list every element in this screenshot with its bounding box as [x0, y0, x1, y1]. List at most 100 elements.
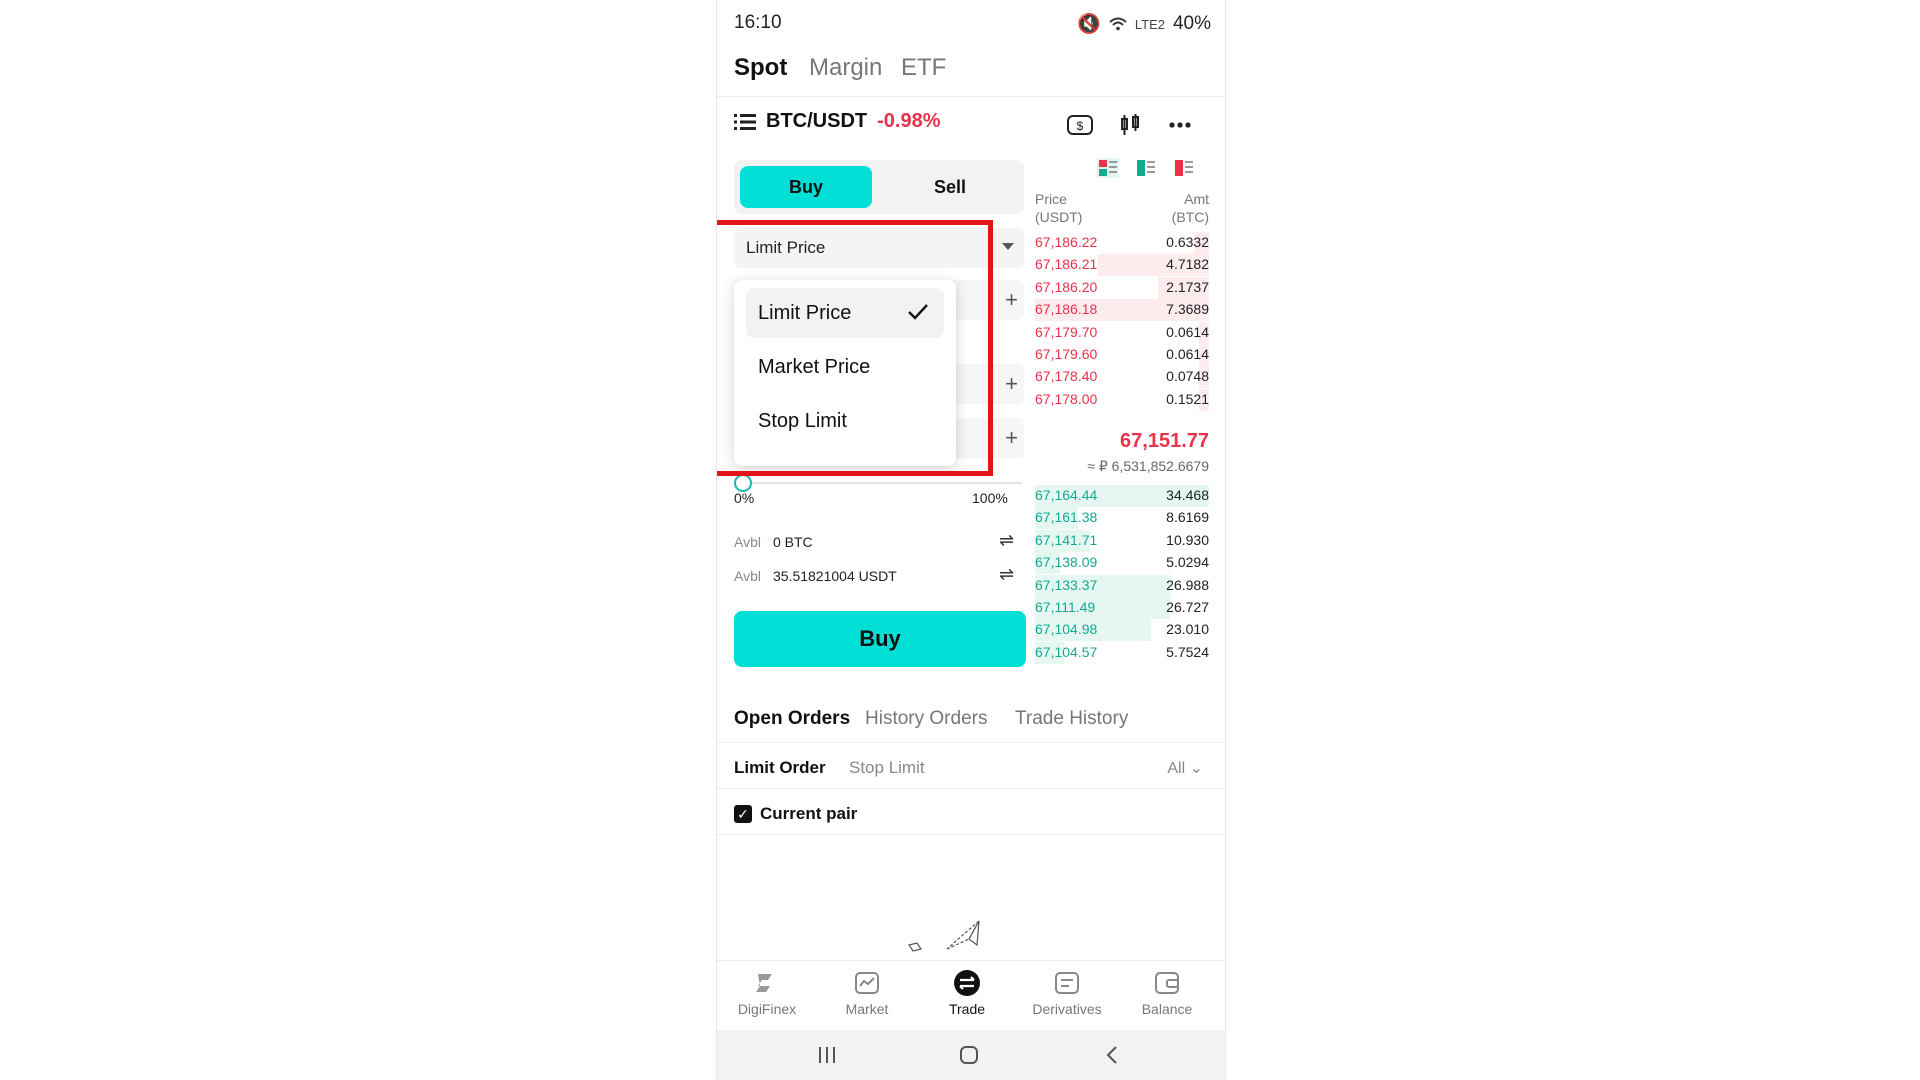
- percent-max: 100%: [972, 490, 1008, 506]
- order-price: 67,186.18: [1035, 301, 1098, 318]
- bid-row[interactable]: 67,141.71 10.930: [1035, 529, 1209, 552]
- back-icon[interactable]: [1105, 1045, 1119, 1065]
- wallet-icon: [1153, 969, 1181, 997]
- order-price: 67,178.00: [1035, 390, 1098, 407]
- swap-icon[interactable]: ⇌: [999, 530, 1014, 551]
- nav-trade[interactable]: Trade: [917, 969, 1017, 1017]
- bid-row[interactable]: 67,133.37 26.988: [1035, 574, 1209, 597]
- tab-etf[interactable]: ETF: [901, 54, 946, 82]
- tab-margin[interactable]: Margin: [809, 54, 882, 82]
- buy-button[interactable]: Buy: [734, 611, 1026, 667]
- order-price: 67,104.98: [1035, 621, 1098, 638]
- checkbox-checked-icon: ✓: [734, 805, 752, 823]
- percent-slider-track[interactable]: [744, 482, 1022, 484]
- bid-row[interactable]: 67,138.09 5.0294: [1035, 552, 1209, 575]
- wifi-icon: [1109, 17, 1127, 31]
- nav-market[interactable]: Market: [817, 969, 917, 1017]
- svg-text:$: $: [1077, 119, 1084, 133]
- bid-row[interactable]: 67,111.49 26.727: [1035, 597, 1209, 619]
- order-amount: 0.1521: [1166, 390, 1209, 407]
- order-price: 67,141.71: [1035, 531, 1098, 548]
- ask-row[interactable]: 67,178.00 0.1521: [1035, 388, 1209, 411]
- ask-row[interactable]: 67,179.70 0.0614: [1035, 321, 1209, 344]
- buy-tab[interactable]: Buy: [740, 166, 872, 208]
- order-amount: 0.0748: [1166, 368, 1209, 385]
- pair-selector[interactable]: BTC/USDT -0.98%: [734, 110, 940, 133]
- bid-row[interactable]: 67,104.98 23.010: [1035, 619, 1209, 642]
- plus-icon[interactable]: +: [1005, 371, 1018, 397]
- digifinex-logo-icon: [753, 969, 781, 997]
- swap-icon[interactable]: ⇌: [999, 564, 1014, 585]
- home-icon[interactable]: [959, 1045, 979, 1065]
- order-price: 67,186.21: [1035, 256, 1098, 273]
- nav-balance[interactable]: Balance: [1117, 969, 1217, 1017]
- market-chart-icon: [853, 969, 881, 997]
- order-price: 67,186.20: [1035, 278, 1098, 295]
- highlight-box: [717, 220, 993, 476]
- sell-tab[interactable]: Sell: [884, 166, 1016, 208]
- order-price: 67,133.37: [1035, 576, 1098, 593]
- phone-screen: 16:10 🔇 LTE2 40% Spot Margin ETF BTC/USD…: [716, 0, 1226, 1080]
- bottom-nav: DigiFinex Market Trade Derivatives Balan…: [717, 960, 1225, 1031]
- order-amount: 0.6332: [1166, 234, 1209, 250]
- ask-row[interactable]: 67,186.22 0.6332: [1035, 232, 1209, 254]
- divider: [717, 788, 1225, 789]
- tab-spot[interactable]: Spot: [734, 54, 787, 82]
- tab-open-orders[interactable]: Open Orders: [734, 708, 850, 730]
- trade-icon: [953, 969, 981, 997]
- order-price: 67,161.38: [1035, 509, 1098, 526]
- nav-digifinex[interactable]: DigiFinex: [717, 969, 817, 1017]
- bid-row[interactable]: 67,161.38 8.6169: [1035, 507, 1209, 530]
- order-amount: 4.7182: [1166, 256, 1209, 273]
- recent-apps-icon[interactable]: [817, 1046, 837, 1064]
- network-label: LTE2: [1134, 16, 1165, 32]
- system-nav-bar: [717, 1030, 1225, 1080]
- available-usdt: Avbl 35.51821004 USDT: [734, 568, 897, 584]
- bids-view-icon[interactable]: [1135, 158, 1157, 178]
- asks-view-icon[interactable]: [1173, 158, 1195, 178]
- percent-min: 0%: [734, 490, 755, 506]
- order-amount: 0.0614: [1166, 323, 1209, 340]
- order-amount: 23.010: [1166, 621, 1209, 638]
- order-price: 67,179.60: [1035, 346, 1098, 362]
- both-sides-view-icon[interactable]: [1097, 158, 1119, 178]
- order-price: 67,179.70: [1035, 323, 1098, 340]
- empty-state-illustration-icon: [908, 920, 980, 952]
- last-price-fiat: ≈ ₽ 6,531,852.6679: [1087, 458, 1209, 474]
- order-price: 67,186.22: [1035, 234, 1098, 250]
- battery-level: 40%: [1172, 13, 1211, 34]
- filter-all-dropdown[interactable]: All ⌄: [1167, 758, 1203, 778]
- ask-row[interactable]: 67,186.21 4.7182: [1035, 254, 1209, 277]
- bid-row[interactable]: 67,104.57 5.7524: [1035, 641, 1209, 664]
- more-icon[interactable]: [1165, 110, 1195, 140]
- candlestick-chart-icon[interactable]: [1115, 110, 1145, 140]
- order-amount: 5.7524: [1166, 643, 1209, 660]
- order-amount: 26.727: [1166, 599, 1209, 615]
- current-pair-checkbox[interactable]: ✓ Current pair: [734, 804, 857, 824]
- price-alert-icon[interactable]: $: [1065, 110, 1095, 140]
- plus-icon[interactable]: +: [1005, 287, 1018, 313]
- divider: [717, 834, 1225, 835]
- chevron-down-icon: [1002, 243, 1014, 250]
- last-price: 67,151.77: [1120, 430, 1209, 452]
- derivatives-icon: [1053, 969, 1081, 997]
- order-amount: 7.3689: [1166, 301, 1209, 318]
- filter-limit-order[interactable]: Limit Order: [734, 758, 826, 778]
- order-amount: 2.1737: [1166, 278, 1209, 295]
- order-amount: 0.0614: [1166, 346, 1209, 362]
- bid-row[interactable]: 67,164.44 34.468: [1035, 485, 1209, 507]
- ask-row[interactable]: 67,178.40 0.0748: [1035, 366, 1209, 389]
- ask-row[interactable]: 67,186.20 2.1737: [1035, 276, 1209, 299]
- nav-derivatives[interactable]: Derivatives: [1017, 969, 1117, 1017]
- amount-column-header: Amt (BTC): [1171, 191, 1209, 225]
- pair-change: -0.98%: [877, 110, 941, 132]
- filter-stop-limit[interactable]: Stop Limit: [849, 758, 925, 778]
- ask-row[interactable]: 67,186.18 7.3689: [1035, 299, 1209, 322]
- tab-history-orders[interactable]: History Orders: [865, 708, 987, 730]
- orderbook-view-toggle: [1097, 158, 1195, 178]
- plus-icon[interactable]: +: [1005, 425, 1018, 451]
- tab-trade-history[interactable]: Trade History: [1015, 708, 1128, 730]
- order-price: 67,104.57: [1035, 643, 1098, 660]
- ask-row[interactable]: 67,179.60 0.0614: [1035, 344, 1209, 366]
- order-amount: 26.988: [1166, 576, 1209, 593]
